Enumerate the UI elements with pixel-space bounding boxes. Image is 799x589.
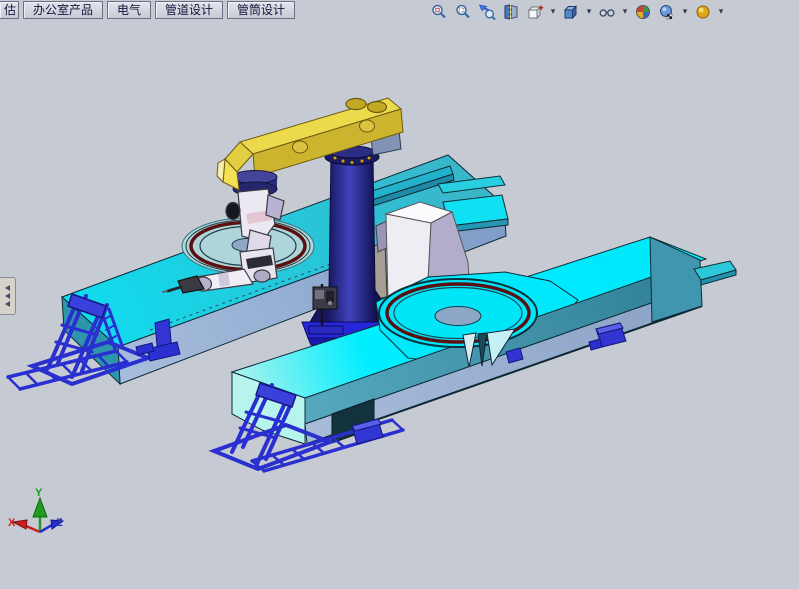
section-view-icon[interactable] — [501, 2, 521, 21]
command-tab-bar: 估 办公室产品 电气 管道设计 管筒设计 — [0, 1, 295, 19]
tab-tubing-design[interactable]: 管筒设计 — [227, 1, 295, 19]
triad-z-label: Z — [56, 517, 63, 529]
tab-evaluate-partial[interactable]: 估 — [0, 1, 19, 19]
flyout-left-arrow-icon — [5, 293, 10, 299]
flyout-left-arrow-icon — [5, 301, 10, 307]
view-settings-dropdown[interactable]: ▾ — [717, 6, 725, 17]
hide-show-items-dropdown[interactable]: ▾ — [621, 6, 629, 17]
apply-scene-icon[interactable] — [657, 2, 677, 21]
display-style-icon[interactable] — [561, 2, 581, 21]
apply-scene-dropdown[interactable]: ▾ — [681, 6, 689, 17]
slewing-ring-disc[interactable] — [379, 279, 537, 347]
view-orientation-dropdown[interactable]: ▾ — [549, 6, 557, 17]
tab-office-products[interactable]: 办公室产品 — [23, 1, 103, 19]
previous-view-icon[interactable] — [477, 2, 497, 21]
panel-flyout-button[interactable] — [0, 277, 16, 315]
tab-piping-design[interactable]: 管道设计 — [155, 1, 223, 19]
tab-electrical[interactable]: 电气 — [107, 1, 151, 19]
view-orientation-icon[interactable] — [525, 2, 545, 21]
edit-appearance-icon[interactable] — [633, 2, 653, 21]
heads-up-toolbar: ▾ ▾ ▾ ▾ ▾ — [429, 2, 725, 21]
view-settings-icon[interactable] — [693, 2, 713, 21]
robot-boom — [240, 98, 403, 177]
triad-x-label: X — [8, 517, 16, 529]
flyout-left-arrow-icon — [5, 285, 10, 291]
zoom-to-fit-icon[interactable] — [429, 2, 449, 21]
display-style-dropdown[interactable]: ▾ — [585, 6, 593, 17]
origin-triad: Y X Z — [8, 487, 63, 532]
hide-show-items-icon[interactable] — [597, 2, 617, 21]
zoom-to-area-icon[interactable] — [453, 2, 473, 21]
triad-y-label: Y — [35, 487, 43, 499]
graphics-viewport[interactable]: Y X Z — [0, 0, 799, 589]
